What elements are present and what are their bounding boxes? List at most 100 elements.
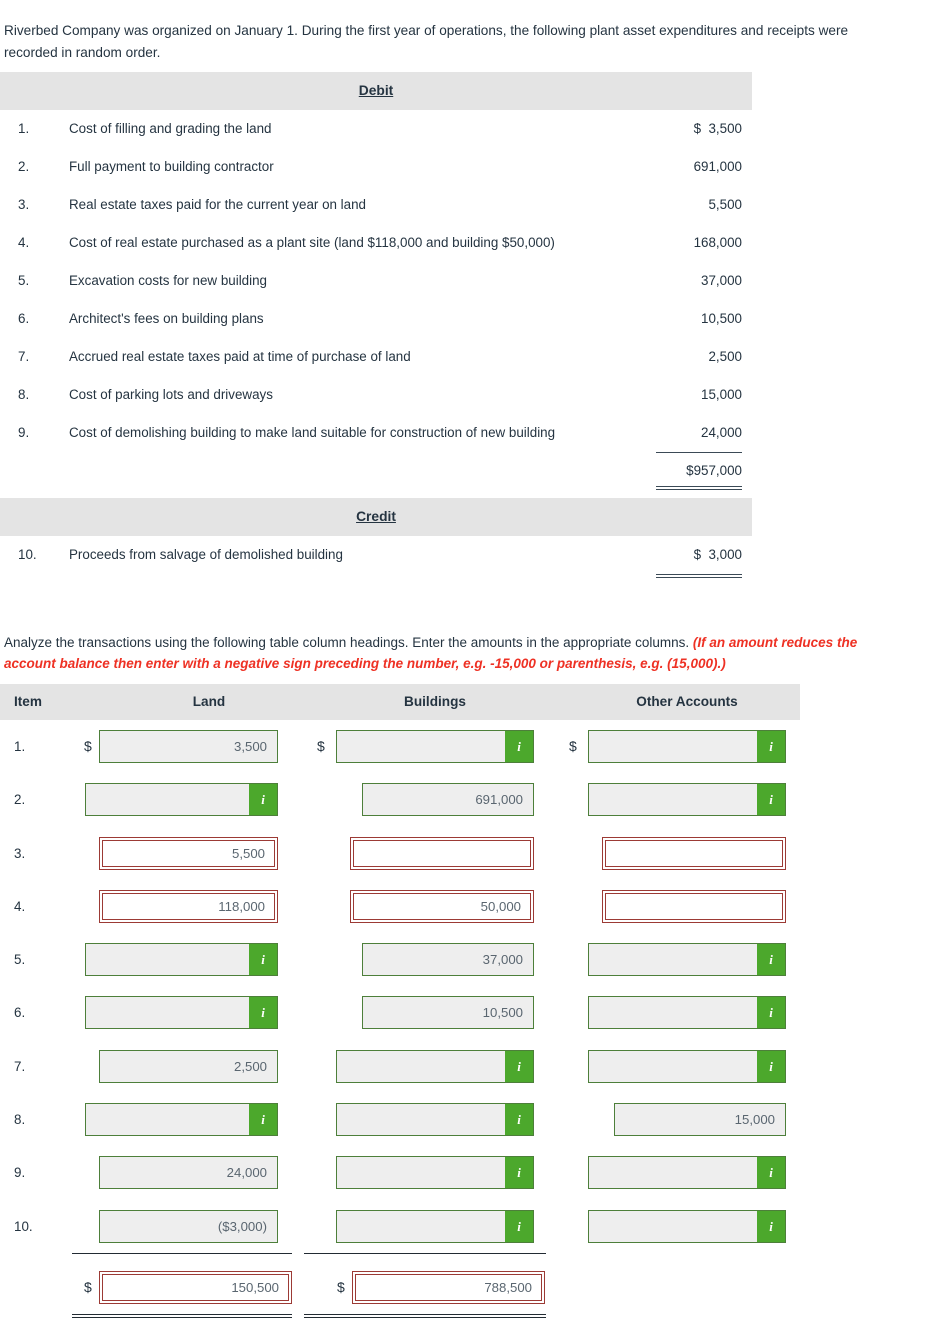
- buildings-input[interactable]: 50,000: [350, 889, 534, 923]
- buildings-currency-symbol: $: [317, 738, 325, 754]
- other-input[interactable]: 15,000: [614, 1103, 786, 1137]
- land-cell: i: [85, 943, 278, 977]
- buildings-cell: 37,000: [362, 943, 534, 977]
- buildings-input[interactable]: 37,000: [362, 943, 534, 977]
- land-input[interactable]: 118,000: [99, 889, 278, 923]
- buildings-cell: i: [336, 1103, 534, 1137]
- land-input[interactable]: 3,500: [99, 730, 278, 763]
- info-icon[interactable]: i: [757, 944, 785, 976]
- other-input[interactable]: i: [588, 996, 786, 1030]
- info-icon[interactable]: i: [249, 784, 277, 816]
- worksheet-row-number: 2.: [14, 792, 26, 808]
- info-icon[interactable]: i: [757, 1157, 785, 1189]
- land-cell: 2,500: [99, 1049, 278, 1083]
- buildings-cell: i: [336, 1156, 534, 1190]
- worksheet-row: 3. 5,500: [0, 827, 800, 880]
- land-input[interactable]: ($3,000): [99, 1209, 278, 1243]
- worksheet-row: 5. i 37,000 i: [0, 933, 800, 986]
- buildings-input[interactable]: i: [336, 1209, 534, 1243]
- table-row: 5. Excavation costs for new building 37,…: [0, 262, 752, 300]
- land-cell: 3,500: [99, 730, 278, 763]
- row-number: 9.: [18, 425, 30, 440]
- buildings-input[interactable]: 691,000: [362, 783, 534, 817]
- debit-total-amount: $957,000: [686, 463, 742, 478]
- land-input[interactable]: i: [85, 1103, 278, 1137]
- other-input[interactable]: [602, 889, 786, 923]
- info-icon[interactable]: i: [505, 1104, 533, 1136]
- other-cell: i: [588, 730, 786, 763]
- table-row: 9. Cost of demolishing building to make …: [0, 414, 752, 452]
- info-icon[interactable]: i: [249, 1104, 277, 1136]
- row-description: Full payment to building contractor: [69, 159, 274, 174]
- land-cell: i: [85, 996, 278, 1030]
- row-number: 5.: [18, 273, 30, 288]
- other-cell: i: [588, 1156, 786, 1190]
- info-icon[interactable]: i: [505, 731, 533, 762]
- info-icon[interactable]: i: [249, 944, 277, 976]
- table-row: 10. Proceeds from salvage of demolished …: [0, 536, 752, 574]
- row-number: 1.: [18, 121, 30, 136]
- info-icon[interactable]: i: [757, 731, 785, 762]
- buildings-input[interactable]: i: [336, 730, 534, 763]
- credit-total-double-rule: [656, 574, 742, 578]
- credit-header-label: Credit: [356, 509, 396, 524]
- buildings-input[interactable]: i: [336, 1103, 534, 1137]
- land-total-rule: [72, 1252, 292, 1254]
- info-icon[interactable]: i: [757, 1050, 785, 1082]
- buildings-cell: 691,000: [362, 783, 534, 817]
- land-total-input[interactable]: 150,500: [99, 1270, 292, 1304]
- credit-section-header: Credit: [0, 498, 752, 536]
- land-input[interactable]: i: [85, 943, 278, 977]
- land-input[interactable]: 24,000: [99, 1156, 278, 1190]
- buildings-input[interactable]: 10,500: [362, 996, 534, 1030]
- row-amount: 15,000: [701, 387, 742, 402]
- land-input[interactable]: i: [85, 996, 278, 1030]
- row-description: Excavation costs for new building: [69, 273, 267, 288]
- row-amount: 37,000: [701, 273, 742, 288]
- buildings-input[interactable]: [350, 836, 534, 870]
- other-input[interactable]: [602, 836, 786, 870]
- row-amount: $ 3,000: [693, 547, 742, 562]
- column-header-other: Other Accounts: [636, 694, 738, 709]
- worksheet-rows-container: 1. $3,500 $ i $ i 2. i 691,000 i 3. 5,500 4. 118,000 5…: [0, 720, 800, 1253]
- worksheet-row: 7. 2,500 i i: [0, 1040, 800, 1093]
- row-description: Accrued real estate taxes paid at time o…: [69, 349, 411, 364]
- other-input[interactable]: i: [588, 1156, 786, 1190]
- worksheet-row-number: 8.: [14, 1112, 26, 1128]
- other-input[interactable]: i: [588, 730, 786, 763]
- other-input[interactable]: i: [588, 943, 786, 977]
- info-icon[interactable]: i: [505, 1157, 533, 1189]
- worksheet-row: 9. 24,000 i i: [0, 1146, 800, 1199]
- row-amount: 5,500: [708, 197, 742, 212]
- buildings-input[interactable]: i: [336, 1156, 534, 1190]
- analyze-instruction-main: Analyze the transactions using the follo…: [4, 634, 693, 650]
- land-input[interactable]: 5,500: [99, 836, 278, 870]
- other-input[interactable]: i: [588, 1209, 786, 1243]
- buildings-cell: 10,500: [362, 996, 534, 1030]
- problem-intro-text: Riverbed Company was organized on Januar…: [4, 22, 849, 60]
- info-icon[interactable]: i: [757, 997, 785, 1029]
- row-description: Real estate taxes paid for the current y…: [69, 197, 367, 212]
- row-description: Cost of parking lots and driveways: [69, 387, 273, 402]
- info-icon[interactable]: i: [757, 1210, 785, 1242]
- buildings-input[interactable]: i: [336, 1049, 534, 1083]
- land-input[interactable]: 2,500: [99, 1049, 278, 1083]
- row-amount: 24,000: [701, 425, 742, 440]
- other-cell: i: [588, 1049, 786, 1083]
- table-row: 3. Real estate taxes paid for the curren…: [0, 186, 752, 224]
- table-row: 4. Cost of real estate purchased as a pl…: [0, 224, 752, 262]
- buildings-total-input[interactable]: 788,500: [352, 1270, 545, 1304]
- other-input[interactable]: i: [588, 1049, 786, 1083]
- table-row: 6. Architect's fees on building plans 10…: [0, 300, 752, 338]
- info-icon[interactable]: i: [757, 784, 785, 816]
- buildings-cell: i: [336, 730, 534, 763]
- worksheet-row-number: 9.: [14, 1165, 26, 1181]
- row-amount: 168,000: [693, 235, 742, 250]
- land-input[interactable]: i: [85, 783, 278, 817]
- land-cell: ($3,000): [99, 1209, 278, 1243]
- row-description: Cost of filling and grading the land: [69, 121, 272, 136]
- info-icon[interactable]: i: [505, 1210, 533, 1242]
- info-icon[interactable]: i: [505, 1050, 533, 1082]
- other-input[interactable]: i: [588, 783, 786, 817]
- info-icon[interactable]: i: [249, 997, 277, 1029]
